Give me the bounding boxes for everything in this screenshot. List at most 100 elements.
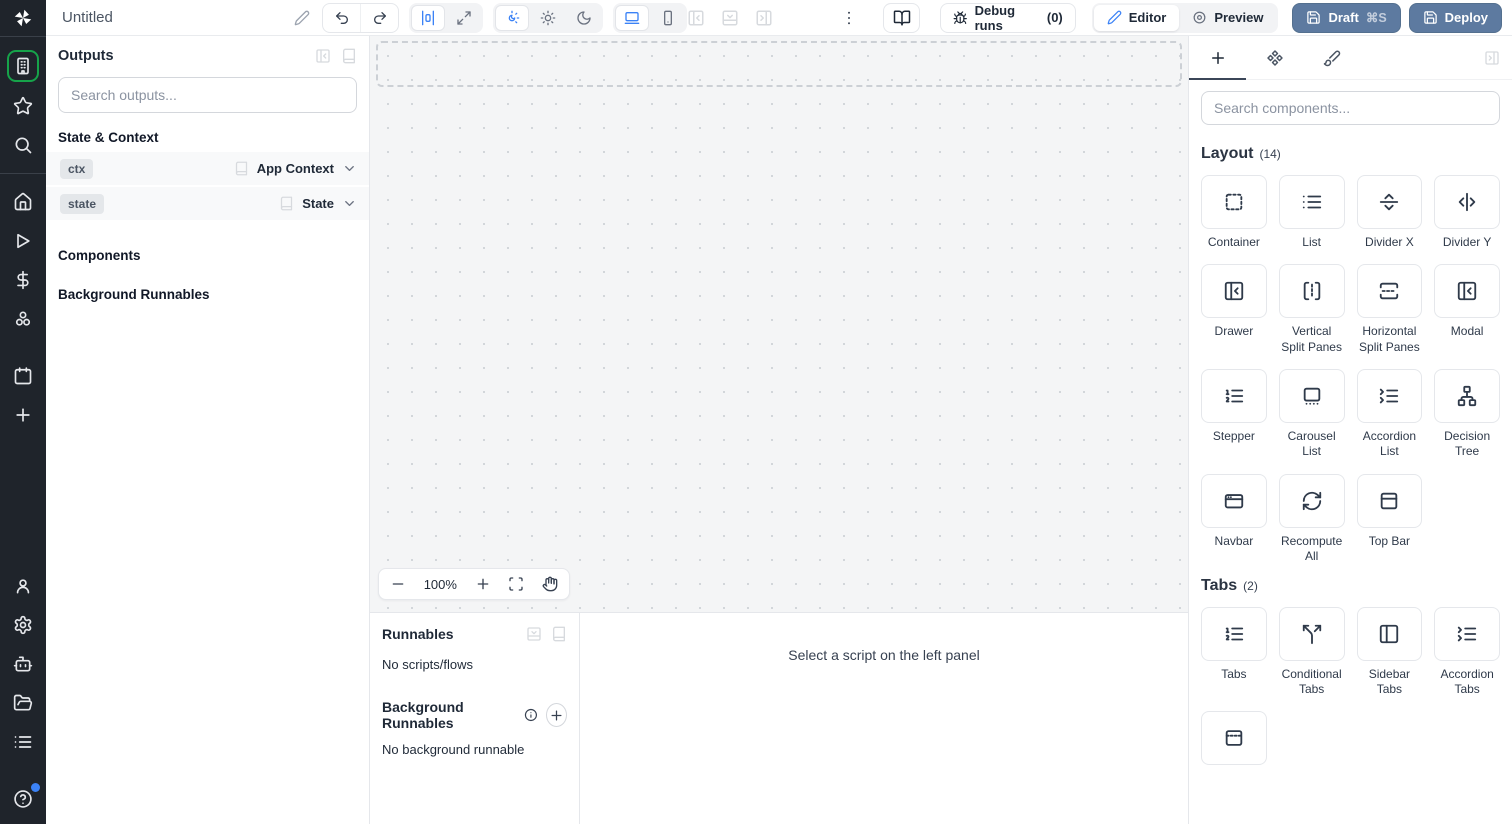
rail-item-logs[interactable]	[8, 727, 38, 757]
scale-mode-group	[408, 2, 483, 33]
state-row-state[interactable]: state State	[46, 187, 369, 220]
docs-button[interactable]	[882, 2, 921, 33]
rail-item-settings[interactable]	[8, 610, 38, 640]
redo-button[interactable]	[360, 3, 397, 32]
component-card-container[interactable]: Container	[1201, 175, 1267, 250]
mobile-view-button[interactable]	[651, 5, 685, 31]
editor-tab[interactable]: Editor	[1093, 4, 1180, 31]
sun-moon-icon	[504, 10, 520, 26]
rail-item-favorites[interactable]	[8, 91, 38, 121]
component-card-divider-x[interactable]: Divider X	[1356, 175, 1423, 250]
rail-item-folders[interactable]	[8, 688, 38, 718]
component-box[interactable]	[1434, 264, 1500, 319]
desktop-view-button[interactable]	[614, 4, 649, 31]
component-card-conditional-tabs[interactable]: Conditional Tabs	[1278, 606, 1345, 698]
component-box[interactable]	[1278, 606, 1345, 661]
component-box[interactable]	[1201, 175, 1267, 229]
theme-auto-button[interactable]	[494, 4, 529, 31]
undo-button[interactable]	[323, 4, 360, 32]
panel-left-toggle-icon[interactable]	[687, 9, 705, 27]
state-row-ctx[interactable]: ctx App Context	[46, 152, 369, 185]
component-card-drawer[interactable]: Drawer	[1201, 264, 1267, 355]
component-box[interactable]	[1201, 473, 1267, 528]
component-card-carousel-list[interactable]: Carousel List	[1278, 369, 1345, 460]
rail-item-apps[interactable]	[7, 50, 39, 82]
rail-item-help[interactable]	[8, 783, 40, 814]
component-card-decision-tree[interactable]: Decision Tree	[1434, 369, 1500, 460]
component-box[interactable]	[1278, 473, 1345, 528]
center-content-toggle[interactable]	[410, 4, 445, 31]
windmill-home-button[interactable]	[0, 0, 46, 36]
component-card-component[interactable]	[1201, 711, 1267, 771]
component-card-accordion-tabs[interactable]: Accordion Tabs	[1434, 606, 1500, 698]
empty-dropzone[interactable]	[376, 41, 1182, 87]
tab-component-settings[interactable]	[1246, 36, 1303, 80]
rail-item-more[interactable]	[8, 400, 38, 430]
component-box[interactable]	[1356, 175, 1423, 229]
component-box[interactable]	[1278, 175, 1345, 229]
rail-item-resources[interactable]	[8, 304, 38, 334]
panel-right-toggle-icon[interactable]	[755, 9, 773, 27]
search-outputs-input[interactable]	[58, 77, 357, 113]
component-card-horizontal-split-panes[interactable]: Horizontal Split Panes	[1356, 264, 1423, 355]
component-card-navbar[interactable]: Navbar	[1201, 473, 1267, 565]
rail-item-runs[interactable]	[8, 226, 38, 256]
chevron-down-icon[interactable]	[342, 161, 357, 176]
component-card-top-bar[interactable]: Top Bar	[1356, 473, 1423, 565]
component-box[interactable]	[1356, 369, 1423, 424]
component-box[interactable]	[1434, 369, 1500, 424]
rail-item-workers[interactable]	[8, 649, 38, 679]
search-components-input[interactable]	[1201, 91, 1500, 125]
debug-runs-button[interactable]: Debug runs (0)	[940, 2, 1076, 33]
component-card-accordion-list[interactable]: Accordion List	[1356, 369, 1423, 460]
component-card-vertical-split-panes[interactable]: Vertical Split Panes	[1278, 264, 1345, 355]
rail-item-variables[interactable]	[8, 265, 38, 295]
fit-view-button[interactable]	[508, 576, 524, 592]
component-box[interactable]	[1356, 264, 1423, 319]
component-card-sidebar-tabs[interactable]: Sidebar Tabs	[1356, 606, 1423, 698]
component-box[interactable]	[1201, 711, 1267, 766]
deploy-button[interactable]: Deploy	[1408, 2, 1503, 33]
chevron-down-icon[interactable]	[342, 196, 357, 211]
component-box[interactable]	[1434, 606, 1500, 661]
collapse-panel-icon[interactable]	[315, 48, 331, 64]
component-card-list[interactable]: List	[1278, 175, 1345, 250]
rail-item-schedules[interactable]	[8, 361, 38, 391]
collapse-bottom-icon[interactable]	[526, 626, 542, 642]
runnables-title: Runnables	[382, 626, 454, 642]
component-card-tabs[interactable]: Tabs	[1201, 606, 1267, 698]
pan-button[interactable]	[542, 576, 558, 592]
component-box[interactable]	[1356, 473, 1423, 528]
component-card-divider-y[interactable]: Divider Y	[1434, 175, 1500, 250]
add-background-runnable-button[interactable]	[545, 703, 567, 727]
runnables-docs-icon[interactable]	[551, 626, 567, 642]
panel-bottom-toggle-icon[interactable]	[721, 9, 739, 27]
zoom-out-button[interactable]	[390, 576, 406, 592]
component-box[interactable]	[1201, 264, 1267, 319]
app-canvas[interactable]: 100%	[370, 36, 1188, 612]
component-card-recompute-all[interactable]: Recompute All	[1278, 473, 1345, 565]
component-card-stepper[interactable]: Stepper	[1201, 369, 1267, 460]
component-box[interactable]	[1434, 175, 1500, 229]
rail-item-user[interactable]	[8, 571, 38, 601]
component-box[interactable]	[1278, 264, 1345, 319]
outputs-docs-icon[interactable]	[341, 48, 357, 64]
rail-item-search[interactable]	[8, 130, 38, 160]
tab-insert-component[interactable]	[1189, 36, 1246, 80]
component-box[interactable]	[1201, 606, 1267, 661]
collapse-right-panel-icon[interactable]	[1484, 50, 1512, 66]
theme-light-button[interactable]	[531, 5, 565, 31]
more-menu-button[interactable]	[837, 3, 861, 33]
theme-dark-button[interactable]	[567, 5, 601, 31]
component-box[interactable]	[1356, 606, 1423, 661]
zoom-in-button[interactable]	[475, 576, 491, 592]
rail-item-home[interactable]	[8, 187, 38, 217]
tab-styling[interactable]	[1303, 36, 1360, 80]
full-width-toggle[interactable]	[447, 5, 481, 31]
component-box[interactable]	[1278, 369, 1345, 424]
component-card-modal[interactable]: Modal	[1434, 264, 1500, 355]
component-box[interactable]	[1201, 369, 1267, 424]
edit-title-icon[interactable]	[294, 10, 310, 26]
preview-tab[interactable]: Preview	[1179, 5, 1276, 31]
draft-button[interactable]: Draft ⌘S	[1292, 2, 1401, 33]
